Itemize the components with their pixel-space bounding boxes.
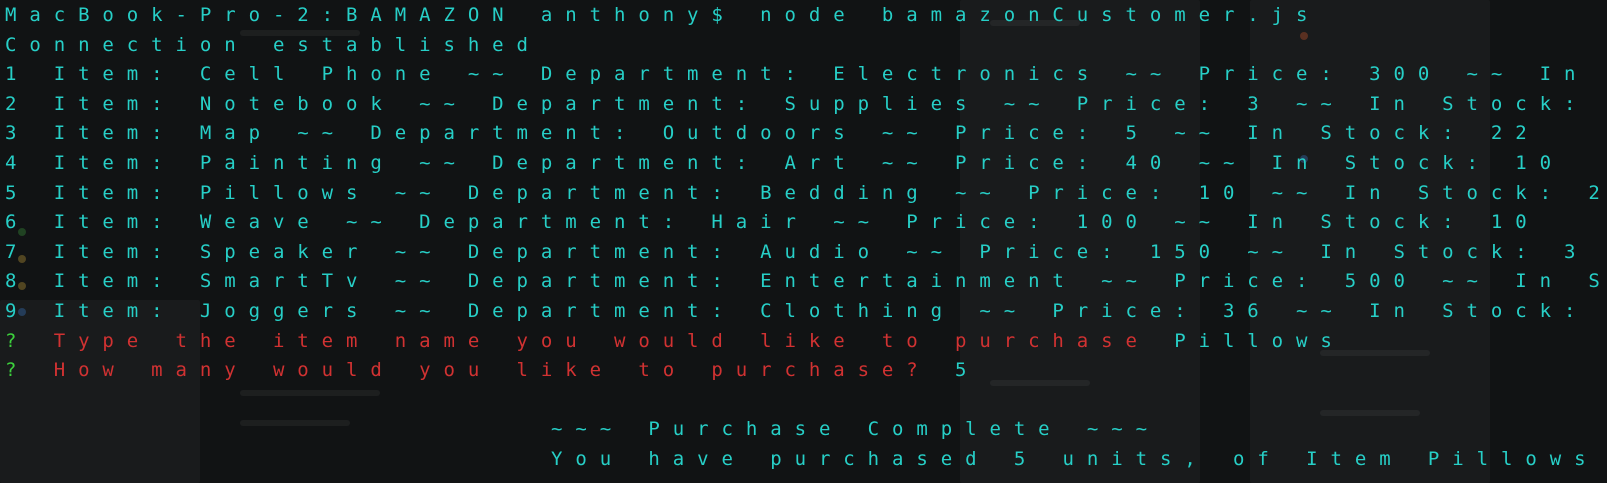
prompt-marker: ? xyxy=(5,359,30,382)
prompt-question: How many would you like to purchase? xyxy=(53,359,931,382)
item-line: 5 Item: Pillows ~~ Department: Bedding ~… xyxy=(5,181,1607,204)
prompt-line-quantity: ? How many would you like to purchase? 5 xyxy=(5,356,1607,386)
terminal-window[interactable]: MacBook-Pro-2:BAMAZON anthony$ node bama… xyxy=(0,0,1607,483)
blank-line xyxy=(5,386,1607,416)
item-line: 1 Item: Cell Phone ~~ Department: Electr… xyxy=(5,63,1589,86)
prompt-marker: ? xyxy=(5,329,30,352)
item-line: 7 Item: Speaker ~~ Department: Audio ~~ … xyxy=(5,240,1589,263)
item-line: 2 Item: Notebook ~~ Department: Supplies… xyxy=(5,92,1607,115)
terminal-output: MacBook-Pro-2:BAMAZON anthony$ node bama… xyxy=(5,1,1607,475)
connection-status: Connection established xyxy=(5,33,541,56)
purchase-complete-message: You have purchased 5 units, of Item Pill… xyxy=(551,447,1599,470)
prompt-answer: 5 xyxy=(955,359,980,382)
item-line: 3 Item: Map ~~ Department: Outdoors ~~ P… xyxy=(5,122,1540,145)
prompt-line-item-name: ? Type the item name you would like to p… xyxy=(5,327,1607,357)
prompt-question: Type the item name you would like to pur… xyxy=(53,329,1150,352)
item-line: 8 Item: SmartTv ~~ Department: Entertain… xyxy=(5,270,1607,293)
purchase-complete-title: ~~~ Purchase Complete ~~~ xyxy=(551,418,1160,441)
item-line: 4 Item: Painting ~~ Department: Art ~~ P… xyxy=(5,151,1564,174)
command-line: MacBook-Pro-2:BAMAZON anthony$ node bama… xyxy=(5,4,1321,26)
item-line: 6 Item: Weave ~~ Department: Hair ~~ Pri… xyxy=(5,211,1540,234)
prompt-answer: Pillows xyxy=(1174,329,1345,352)
item-line: 9 Item: Joggers ~~ Department: Clothing … xyxy=(5,299,1607,322)
